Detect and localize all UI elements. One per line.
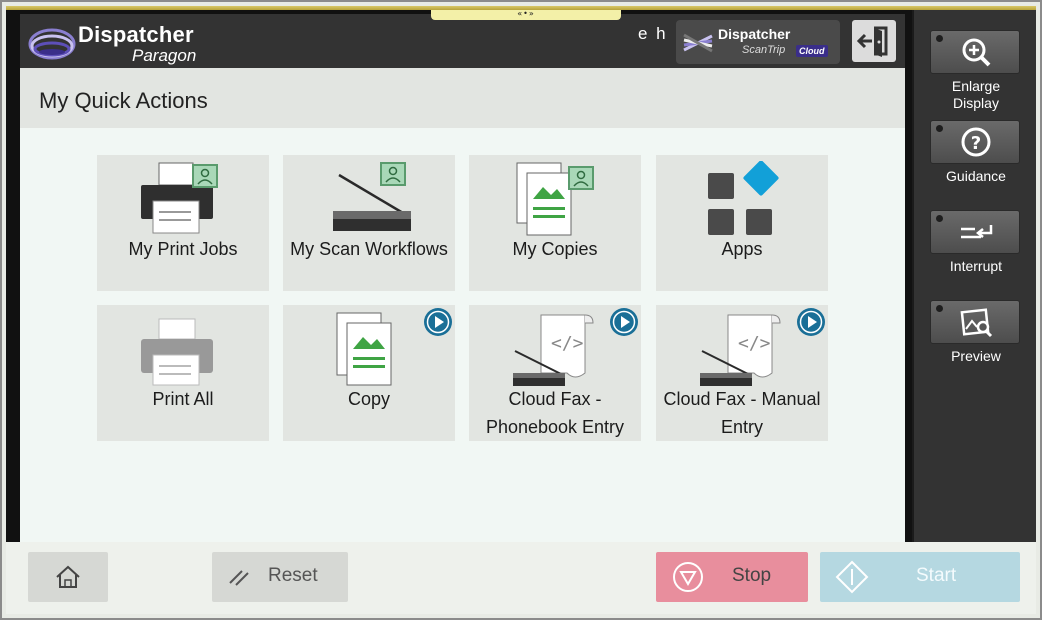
tile-label: Print All [152, 389, 214, 409]
reset-label: Reset [268, 565, 318, 586]
user-initials[interactable]: e h [638, 24, 668, 44]
tile-copy[interactable]: Copy [283, 305, 455, 441]
indicator-dot [936, 125, 943, 132]
indicator-dot [936, 215, 943, 222]
scantrip-product: ScanTrip [742, 44, 786, 56]
start-button[interactable]: Start [820, 552, 1020, 602]
tile-label: My Copies [512, 239, 598, 259]
stop-button[interactable]: Stop [656, 552, 808, 602]
main-content: My Quick Actions My Print Jobs My Scan W… [20, 68, 905, 542]
tile-label-line2: Phonebook Entry [485, 417, 625, 437]
brand-product: Paragon [132, 46, 197, 65]
printer-user-icon [141, 162, 218, 234]
tile-label: My Scan Workflows [290, 239, 448, 259]
tile-my-scan-workflows[interactable]: My Scan Workflows [283, 155, 455, 291]
preview-button[interactable] [930, 300, 1020, 344]
header: Dispatcher Paragon e h Dispatcher ScanTr… [20, 14, 905, 68]
preview-label: Preview [951, 348, 1001, 364]
page-title: My Quick Actions [39, 88, 208, 113]
drag-handle[interactable]: «•» [431, 10, 621, 20]
scantrip-cloud-button[interactable]: Dispatcher ScanTrip Cloud [676, 20, 840, 64]
home-button[interactable] [28, 552, 108, 602]
svg-text:</>: </> [738, 333, 771, 354]
scanner-user-icon [333, 162, 411, 231]
guidance-label: Guidance [946, 168, 1006, 184]
tile-cloud-fax-manual[interactable]: </> Cloud Fax - Manual Entry [656, 305, 828, 441]
stop-icon [673, 562, 703, 592]
tile-label: Copy [347, 389, 391, 409]
interrupt-label: Interrupt [949, 258, 1003, 274]
printer-icon [141, 318, 213, 386]
tile-my-print-jobs[interactable]: My Print Jobs [97, 155, 269, 291]
section-header: My Quick Actions [20, 68, 905, 128]
tile-print-all[interactable]: Print All [97, 305, 269, 441]
dispatcher-paragon-logo: Dispatcher Paragon [28, 18, 208, 66]
guidance-button[interactable]: ? [930, 120, 1020, 164]
cloud-fax-icon: </> [513, 314, 594, 386]
tile-label-line1: Cloud Fax - [508, 389, 602, 409]
device-screen: Dispatcher Paragon e h Dispatcher ScanTr… [0, 0, 1042, 620]
help-icon: ? [961, 127, 991, 157]
enlarge-label-1: Enlarge [951, 78, 1001, 94]
play-icon[interactable] [609, 307, 639, 337]
brand-name: Dispatcher [78, 22, 194, 47]
zoom-in-icon [962, 38, 991, 67]
tile-label: My Print Jobs [128, 239, 238, 259]
swirl-logo-icon [28, 28, 76, 60]
preview-icon [960, 308, 993, 338]
logout-button[interactable] [852, 20, 896, 62]
scantrip-tag: Cloud [796, 45, 828, 57]
svg-text:</>: </> [551, 333, 584, 354]
tile-cloud-fax-phonebook[interactable]: </> Cloud Fax - Phonebook Entry [469, 305, 641, 441]
start-label: Start [916, 565, 957, 586]
play-icon[interactable] [796, 307, 826, 337]
indicator-dot [936, 305, 943, 312]
tile-label-line1: Cloud Fax - Manual [663, 389, 821, 409]
side-panel: Enlarge Display ? Guidance Interrupt Pre… [912, 10, 1036, 542]
tile-my-copies[interactable]: My Copies [469, 155, 641, 291]
stop-label: Stop [732, 565, 772, 586]
logout-door-icon [856, 26, 888, 57]
tile-label-line2: Entry [720, 417, 763, 437]
play-icon[interactable] [423, 307, 453, 337]
apps-grid-icon [708, 161, 779, 235]
svg-text:?: ? [971, 133, 981, 154]
enlarge-label-2: Display [953, 95, 999, 111]
home-icon [56, 565, 80, 588]
screen-inner: Dispatcher Paragon e h Dispatcher ScanTr… [6, 6, 1036, 614]
tile-apps[interactable]: Apps [656, 155, 828, 291]
copy-user-icon [516, 162, 594, 236]
enlarge-display-button[interactable] [930, 30, 1020, 74]
reset-button[interactable]: Reset [212, 552, 348, 602]
start-icon [835, 560, 869, 594]
scantrip-name: Dispatcher [718, 26, 791, 42]
copy-icon [336, 312, 392, 386]
tile-label: Apps [721, 239, 763, 259]
interrupt-icon [961, 225, 993, 239]
bottom-bar: Reset Stop Start [6, 542, 1036, 614]
scantrip-logo-icon [683, 33, 713, 53]
left-edge [6, 10, 20, 542]
interrupt-button[interactable] [930, 210, 1020, 254]
indicator-dot [936, 35, 943, 42]
cloud-fax-icon: </> [700, 314, 781, 386]
reset-icon [229, 570, 249, 586]
